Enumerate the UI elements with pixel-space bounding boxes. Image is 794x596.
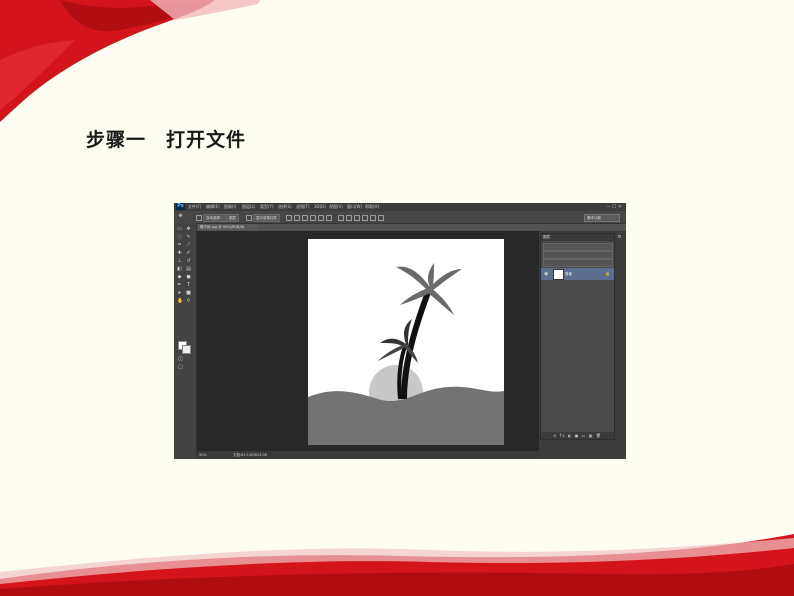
- move-icon[interactable]: ✥: [186, 227, 191, 232]
- distribute-middle-icon[interactable]: [346, 215, 352, 221]
- tools-panel: ▭ ✥ ◌ ✎ ⌗ ⟋ ✚ ✐ ⊥ ↺ ◧ ▤ ◆ ● ✒ T ➤ ■ ✋ ⚲ …: [174, 223, 197, 459]
- background-color-swatch[interactable]: [182, 345, 191, 354]
- shape-icon[interactable]: ■: [186, 291, 191, 296]
- zoom-icon[interactable]: ⚲: [186, 299, 191, 304]
- dodge-icon[interactable]: ●: [186, 275, 191, 280]
- show-transform-controls[interactable]: 显示变换控件: [253, 214, 280, 222]
- distribute-top-icon[interactable]: [338, 215, 344, 221]
- align-bottom-icon[interactable]: [302, 215, 308, 221]
- lock-icon: 🔒: [605, 271, 610, 276]
- layer-filter-row[interactable]: [543, 243, 613, 251]
- red-ribbon-top-decoration: [0, 0, 260, 122]
- status-bar: 50% 文档:813.0K/813.0K: [197, 451, 539, 459]
- auto-select-label: 自动选择：: [203, 214, 227, 222]
- healing-icon[interactable]: ✚: [177, 251, 182, 256]
- palm-tree-image: [308, 263, 504, 445]
- pen-icon[interactable]: ✒: [177, 283, 182, 288]
- document-info: 文档:813.0K/813.0K: [233, 453, 267, 457]
- layer-name: 背景: [565, 272, 572, 276]
- hand-icon[interactable]: ✋: [177, 299, 183, 304]
- menu-help[interactable]: 帮助(H): [365, 203, 379, 211]
- move-tool-preset-icon[interactable]: ✥: [178, 214, 183, 219]
- layer-thumbnail: [553, 269, 564, 280]
- align-middle-icon[interactable]: [294, 215, 300, 221]
- quick-select-icon[interactable]: ✎: [186, 235, 191, 240]
- menu-layer[interactable]: 图层(L): [242, 203, 255, 211]
- distribute-center-icon[interactable]: [370, 215, 376, 221]
- menu-view[interactable]: 视图(V): [329, 203, 343, 211]
- options-bar: ✥ 自动选择： 图层 显示变换控件 基本功能: [174, 211, 626, 224]
- marquee-icon[interactable]: ▭: [177, 227, 182, 232]
- align-right-icon[interactable]: [326, 215, 332, 221]
- blend-mode-row[interactable]: [543, 251, 613, 259]
- lasso-icon[interactable]: ◌: [177, 235, 182, 240]
- layers-panel: 图层 ◉ 背景 🔒 ⊝ fx ◐ ▣ ▭ ▦ 🗑: [540, 233, 615, 440]
- auto-select-dropdown[interactable]: 图层: [226, 214, 239, 222]
- layer-row-background[interactable]: ◉ 背景 🔒: [541, 268, 614, 280]
- document-canvas[interactable]: [308, 239, 504, 445]
- menu-edit[interactable]: 编辑(E): [206, 203, 220, 211]
- menu-file[interactable]: 文件(F): [188, 203, 201, 211]
- lock-row[interactable]: [543, 259, 613, 267]
- layers-tab[interactable]: 图层: [541, 234, 614, 241]
- menu-bar: Ps 文件(F) 编辑(E) 图像(I) 图层(L) 类型(Y) 选择(S) 滤…: [174, 203, 626, 211]
- distribute-right-icon[interactable]: [378, 215, 384, 221]
- layers-footer-toolbar[interactable]: ⊝ fx ◐ ▣ ▭ ▦ 🗑: [541, 432, 614, 439]
- stamp-icon[interactable]: ⊥: [177, 259, 182, 264]
- crop-icon[interactable]: ⌗: [177, 243, 182, 248]
- quick-mask-icon[interactable]: ◫: [178, 357, 183, 362]
- eyedropper-icon[interactable]: ⟋: [186, 243, 191, 248]
- gradient-icon[interactable]: ▤: [186, 267, 191, 272]
- collapsed-panel-icons: ≡: [615, 233, 625, 273]
- document-tab[interactable]: 椰子树.jpg @ 50%(RGB/8): [198, 224, 258, 230]
- screen-mode-icon[interactable]: ▢: [178, 365, 183, 370]
- checkbox-icon[interactable]: [196, 215, 202, 221]
- photoshop-logo: Ps: [176, 203, 185, 210]
- align-top-icon[interactable]: [286, 215, 292, 221]
- workspace-dropdown[interactable]: 基本功能: [584, 214, 620, 222]
- menu-3d[interactable]: 3D(D): [314, 203, 326, 211]
- eraser-icon[interactable]: ◧: [177, 267, 182, 272]
- type-icon[interactable]: T: [186, 283, 191, 288]
- red-ribbon-bottom-decoration: [0, 534, 794, 596]
- eye-icon[interactable]: ◉: [544, 271, 548, 277]
- distribute-left-icon[interactable]: [362, 215, 368, 221]
- distribute-bottom-icon[interactable]: [354, 215, 360, 221]
- history-brush-icon[interactable]: ↺: [186, 259, 191, 264]
- checkbox-icon[interactable]: [246, 215, 252, 221]
- zoom-level[interactable]: 50%: [199, 451, 207, 459]
- align-left-icon[interactable]: [310, 215, 316, 221]
- panel-menu-icon[interactable]: ≡: [617, 235, 622, 240]
- path-select-icon[interactable]: ➤: [177, 291, 182, 296]
- blur-icon[interactable]: ◆: [177, 275, 182, 280]
- layers-tab-label: 图层: [543, 235, 550, 239]
- align-center-icon[interactable]: [318, 215, 324, 221]
- menu-window[interactable]: 窗口(W): [347, 203, 362, 211]
- menu-select[interactable]: 选择(S): [278, 203, 292, 211]
- brush-icon[interactable]: ✐: [186, 251, 191, 256]
- menu-type[interactable]: 类型(Y): [260, 203, 274, 211]
- slide-title: 步骤一 打开文件: [86, 129, 247, 151]
- menu-image[interactable]: 图像(I): [224, 203, 236, 211]
- menu-filter[interactable]: 滤镜(T): [296, 203, 310, 211]
- window-controls[interactable]: ─ ☐ ✕: [607, 204, 622, 210]
- photoshop-window: Ps 文件(F) 编辑(E) 图像(I) 图层(L) 类型(Y) 选择(S) 滤…: [174, 203, 626, 459]
